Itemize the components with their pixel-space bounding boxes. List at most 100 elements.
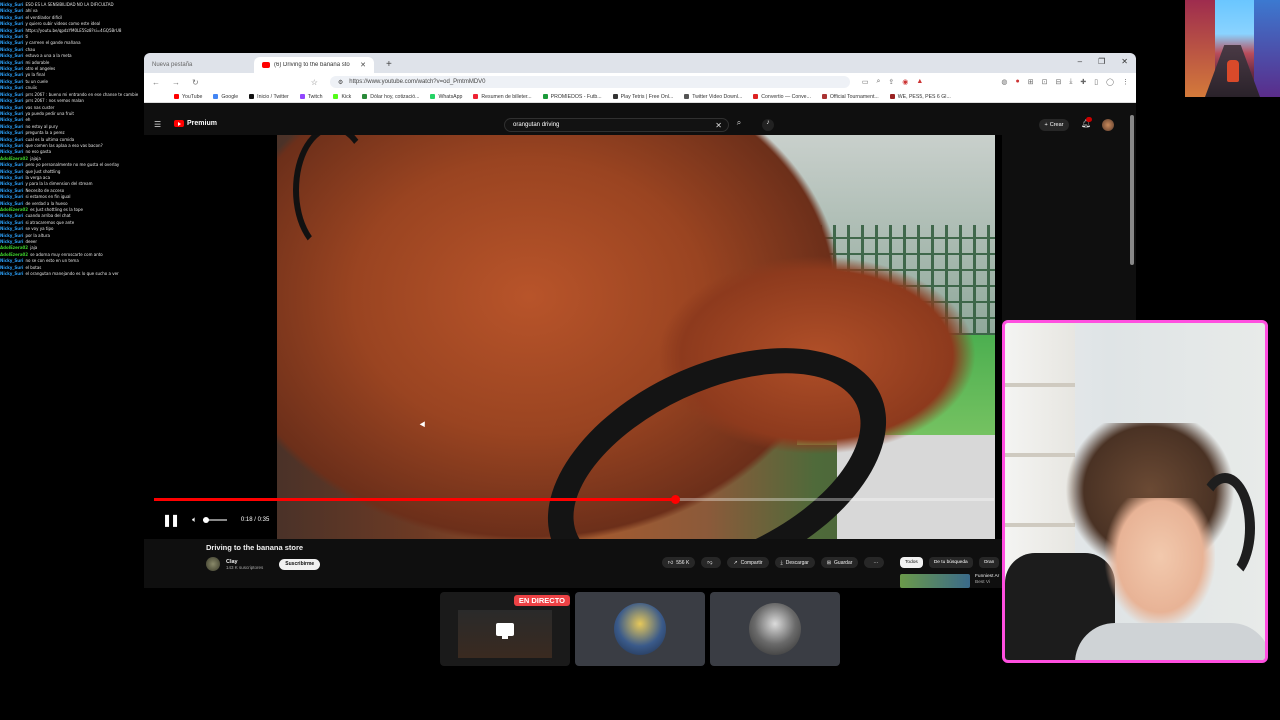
video-frame[interactable]	[277, 135, 995, 539]
chat-username[interactable]: Nicky_Suri	[0, 21, 23, 26]
progress-bar[interactable]	[154, 495, 994, 504]
chat-username[interactable]: Nicky_Suri	[0, 60, 23, 65]
chat-username[interactable]: Nicky_Suri	[0, 201, 23, 206]
dislike-button[interactable]: 👎︎	[701, 557, 722, 568]
filter-chip[interactable]: De tu búsqueda	[928, 557, 973, 568]
menu-icon[interactable]: ☰	[154, 120, 161, 129]
chat-username[interactable]: Nicky_Suri	[0, 162, 23, 167]
chat-username[interactable]: Nicky_Suri	[0, 111, 23, 116]
filter-chip[interactable]: Oran	[978, 557, 1000, 568]
chat-username[interactable]: Nicky_Suri	[0, 169, 23, 174]
chat-username[interactable]: Nicky_Suri	[0, 239, 23, 244]
close-tab-icon[interactable]: ✕	[360, 61, 366, 69]
chat-username[interactable]: Nicky_Suri	[0, 40, 23, 45]
extension-icon[interactable]: ◉	[902, 78, 908, 86]
bookmark-item[interactable]: Twitch	[299, 94, 322, 100]
screen-share-tile[interactable]: EN DIRECTO	[440, 592, 570, 666]
chat-username[interactable]: Nicky_Suri	[0, 194, 23, 199]
sidebar-icon[interactable]: ▯	[1094, 78, 1098, 86]
chat-username[interactable]: Nicky_Suri	[0, 143, 23, 148]
chat-username[interactable]: Nicky_Suri	[0, 117, 23, 122]
chat-username[interactable]: Nicky_Suri	[0, 8, 23, 13]
share-button[interactable]: ↗ Compartir	[727, 557, 769, 568]
chat-username[interactable]: Nicky_Suri	[0, 233, 23, 238]
scrollbar[interactable]	[1130, 115, 1134, 265]
chat-username[interactable]: Nicky_Suri	[0, 105, 23, 110]
extension-icon[interactable]: ⊞	[1028, 78, 1034, 86]
bookmark-item[interactable]: WE, PES5, PES 6 Gl...	[889, 94, 951, 100]
extension-icon[interactable]: ⊟	[1055, 78, 1061, 86]
minimize-button[interactable]: –	[1078, 57, 1082, 66]
chat-username[interactable]: Nicky_Suri	[0, 66, 23, 71]
chat-username[interactable]: Nicky_Suri	[0, 47, 23, 52]
volume-icon[interactable]: 🔈︎	[192, 515, 197, 525]
subscribe-button[interactable]: Suscribirme	[279, 558, 321, 570]
chat-username[interactable]: Nicky_Suri	[0, 72, 23, 77]
bookmark-item[interactable]: YouTube	[174, 94, 202, 100]
chat-username[interactable]: Nicky_Suri	[0, 79, 23, 84]
bookmark-item[interactable]: Official Tournament...	[821, 94, 879, 100]
rec-thumbnail[interactable]	[900, 574, 970, 588]
bookmark-item[interactable]: PROMIEDOS - Futb...	[542, 94, 602, 100]
puzzle-icon[interactable]: ✚	[1080, 78, 1086, 86]
chat-username[interactable]: Nicky_Suri	[0, 258, 23, 263]
chat-username[interactable]: Nicky_Suri	[0, 137, 23, 142]
chat-username[interactable]: AdolEzera02	[0, 252, 28, 257]
extension-icon[interactable]: ●	[1015, 78, 1019, 86]
bookmark-item[interactable]: Inicio / Twitter	[249, 94, 289, 100]
chat-username[interactable]: Nicky_Suri	[0, 181, 23, 186]
chat-username[interactable]: Nicky_Suri	[0, 2, 23, 7]
back-icon[interactable]: ←	[152, 78, 160, 87]
chat-username[interactable]: AdolEzera02	[0, 207, 28, 212]
tab-youtube[interactable]: (6) Driving to the banana sto ✕	[254, 57, 374, 73]
chat-username[interactable]: Nicky_Suri	[0, 92, 23, 97]
chat-username[interactable]: AdolEzera02	[0, 156, 28, 161]
menu-dots-icon[interactable]: ⋮	[1122, 78, 1129, 86]
create-button[interactable]: + Crear	[1039, 119, 1069, 131]
profile-icon[interactable]: ◯	[1106, 78, 1114, 86]
search-icon[interactable]: ⌕	[732, 118, 746, 132]
extension-icon[interactable]: ⊡	[1042, 78, 1048, 86]
forward-icon[interactable]: →	[172, 78, 180, 87]
chat-username[interactable]: Nicky_Suri	[0, 53, 23, 58]
recommendation-item[interactable]: Funniest Ar Best Vi	[900, 574, 999, 588]
video-player[interactable]: ❚❚ 🔈︎ 0:18 / 0:35	[144, 135, 1002, 539]
download-button[interactable]: ⤓ Descargar	[774, 557, 815, 568]
save-button[interactable]: ⊞ Guardar	[820, 557, 859, 568]
url-field[interactable]: ⚙ https://www.youtube.com/watch?v=od_Pmt…	[329, 76, 850, 88]
close-window-button[interactable]: ✕	[1121, 57, 1128, 66]
chat-username[interactable]: AdolEzera02	[0, 245, 28, 250]
chat-username[interactable]: Nicky_Suri	[0, 34, 23, 39]
bookmark-item[interactable]: Convertio — Conve...	[753, 94, 811, 100]
reload-icon[interactable]: ↻	[192, 78, 199, 87]
extension-icon[interactable]: ◍	[1001, 78, 1007, 86]
chat-username[interactable]: Nicky_Suri	[0, 15, 23, 20]
warning-icon[interactable]: ▲	[916, 78, 923, 86]
chat-username[interactable]: Nicky_Suri	[0, 98, 23, 103]
chat-username[interactable]: Nicky_Suri	[0, 124, 23, 129]
tab-new[interactable]: Nueva pestaña	[144, 57, 254, 73]
chat-username[interactable]: Nicky_Suri	[0, 220, 23, 225]
chat-username[interactable]: Nicky_Suri	[0, 85, 23, 90]
chat-username[interactable]: Nicky_Suri	[0, 175, 23, 180]
chat-username[interactable]: Nicky_Suri	[0, 265, 23, 270]
chat-username[interactable]: Nicky_Suri	[0, 28, 23, 33]
like-button[interactable]: 👍︎ 556 K	[662, 557, 696, 568]
bookmark-item[interactable]: WhatsApp	[430, 94, 462, 100]
bookmark-item[interactable]: Google	[213, 94, 238, 100]
pause-icon[interactable]: ❚❚	[162, 513, 180, 527]
volume-slider[interactable]	[202, 517, 227, 523]
zoom-icon[interactable]: ⌕	[877, 78, 881, 86]
channel-avatar[interactable]	[206, 557, 220, 571]
clear-search-icon[interactable]: ✕	[715, 121, 722, 130]
chat-username[interactable]: Nicky_Suri	[0, 213, 23, 218]
new-tab-button[interactable]: +	[386, 59, 392, 70]
bookmark-item[interactable]: Dólar hoy, cotizació...	[362, 94, 419, 100]
bookmark-item[interactable]: Kick	[333, 94, 351, 100]
progress-scrubber[interactable]	[671, 495, 680, 504]
site-info-icon[interactable]: ⚙	[338, 79, 343, 86]
chat-username[interactable]: Nicky_Suri	[0, 271, 23, 276]
account-avatar[interactable]	[1102, 119, 1114, 131]
participant-tile[interactable]	[575, 592, 705, 666]
bookmark-item[interactable]: Resumen de billeter...	[473, 94, 532, 100]
